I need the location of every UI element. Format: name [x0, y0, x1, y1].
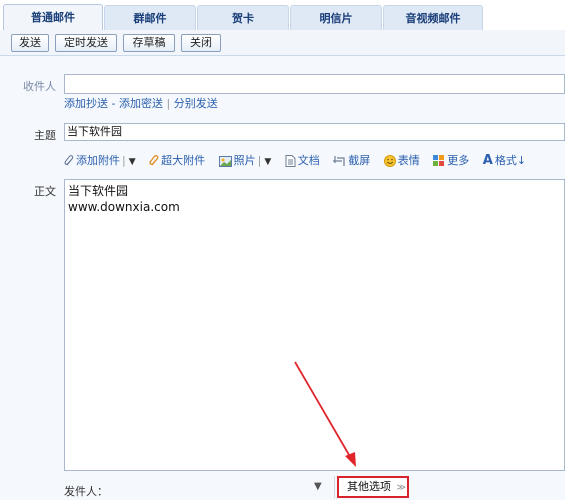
annotation-arrow [294, 361, 356, 467]
